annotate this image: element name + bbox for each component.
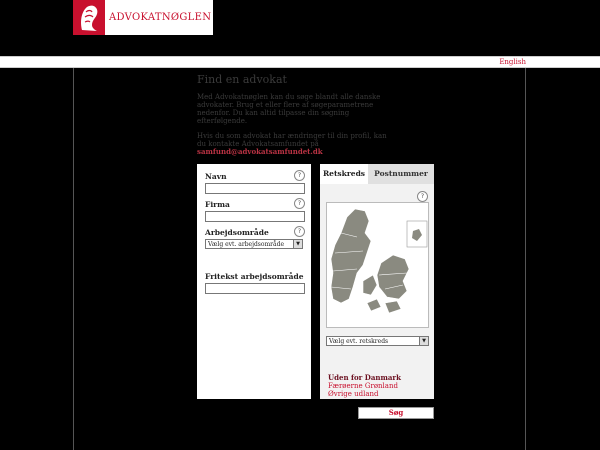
page-title: Find en advokat <box>197 73 287 86</box>
contact-email-link[interactable]: samfund@advokatsamfundet.dk <box>197 147 323 156</box>
abroad-heading: Uden for Danmark <box>328 373 401 382</box>
area-help-icon[interactable]: ? <box>294 226 305 237</box>
denmark-map[interactable] <box>326 202 429 328</box>
firm-label: Firma <box>205 200 230 209</box>
retskreds-select-value: Vælg evt. retskreds <box>329 338 389 345</box>
freetext-field: Fritekst arbejdsområde <box>205 272 305 294</box>
chevron-down-icon: ▼ <box>419 337 428 345</box>
key-emblem-icon <box>73 0 105 35</box>
abroad-section: Uden for Danmark Færøerne Grønland Øvrig… <box>328 373 401 399</box>
area-label: Arbejdsområde <box>205 228 269 237</box>
brand-text: ADVOKATNØGLEN <box>109 12 212 23</box>
area-field: Arbejdsområde ? Vælg evt. arbejdsområde … <box>205 226 305 249</box>
faroe-greenland-link[interactable]: Færøerne Grønland <box>328 382 401 390</box>
firm-field: Firma ? <box>205 198 305 222</box>
intro-text: Med Advokatnøglen kan du søge blandt all… <box>197 93 381 125</box>
logo[interactable]: ADVOKATNØGLEN <box>73 0 213 35</box>
region-panel: Retskreds Postnummer ? Vælg evt. retskre… <box>320 164 434 399</box>
intro-section: Find en advokat Med Advokatnøglen kan du… <box>197 73 387 163</box>
area-select-value: Vælg evt. arbejdsområde <box>208 241 285 248</box>
search-button[interactable]: Søg <box>358 407 434 419</box>
language-bar: English <box>0 56 600 68</box>
retskreds-select[interactable]: Vælg evt. retskreds ▼ <box>326 336 429 346</box>
header: ADVOKATNØGLEN <box>0 0 600 56</box>
denmark-map-icon <box>330 208 428 314</box>
tab-retskreds[interactable]: Retskreds <box>320 164 368 184</box>
chevron-down-icon: ▼ <box>293 240 302 248</box>
firm-input[interactable] <box>205 211 305 222</box>
tab-postnummer[interactable]: Postnummer <box>368 164 434 184</box>
firm-help-icon[interactable]: ? <box>294 198 305 209</box>
english-link[interactable]: English <box>499 58 526 66</box>
name-field: Navn ? <box>205 170 305 194</box>
name-help-icon[interactable]: ? <box>294 170 305 181</box>
name-label: Navn <box>205 172 227 181</box>
freetext-label: Fritekst arbejdsområde <box>205 272 304 281</box>
region-help-icon[interactable]: ? <box>417 191 428 202</box>
contact-text: Hvis du som advokat har ændringer til di… <box>197 132 387 156</box>
region-tabs: Retskreds Postnummer <box>320 164 434 184</box>
area-select[interactable]: Vælg evt. arbejdsområde ▼ <box>205 239 303 249</box>
name-input[interactable] <box>205 183 305 194</box>
freetext-input[interactable] <box>205 283 305 294</box>
search-form-panel: Navn ? Firma ? Arbejdsområde ? Vælg evt.… <box>197 164 311 399</box>
contact-prefix: Hvis du som advokat har ændringer til di… <box>197 132 387 148</box>
other-abroad-link[interactable]: Øvrige udland <box>328 390 401 398</box>
